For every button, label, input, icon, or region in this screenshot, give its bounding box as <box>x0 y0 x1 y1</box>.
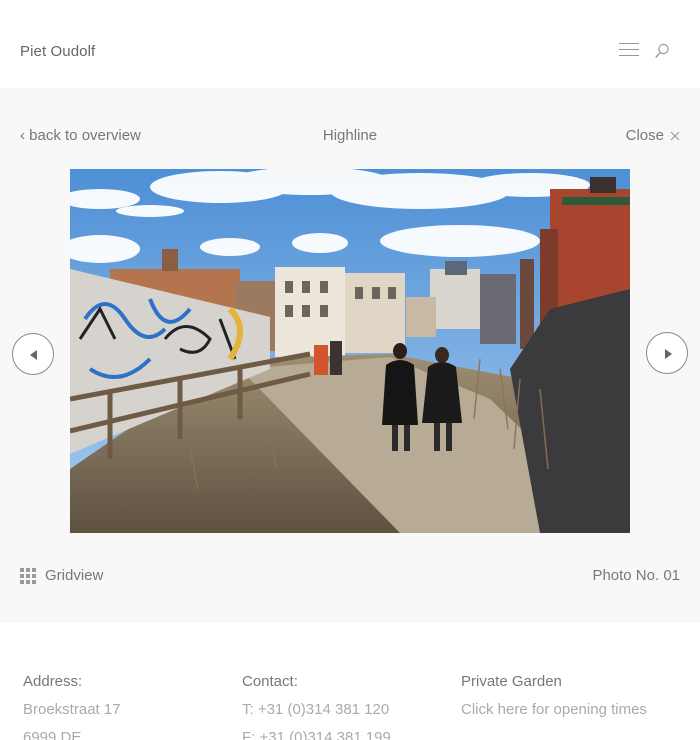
gallery-photo <box>70 169 630 533</box>
gallery-title: Highline <box>322 127 378 144</box>
highline-photo-illustration <box>70 169 630 533</box>
address-line-1: Broekstraat 17 <box>23 701 121 718</box>
close-x-icon <box>670 131 680 140</box>
contact-fax: F: +31 (0)314 381 199 <box>242 729 391 740</box>
site-footer: Address: Broekstraat 17 6999 DE Contact:… <box>0 623 700 740</box>
close-label: Close <box>625 127 664 144</box>
photo-viewer: ‹ back to overview Highline Close Gridvi… <box>0 88 700 623</box>
close-button[interactable]: Close <box>626 127 680 144</box>
previous-photo-button[interactable] <box>12 333 54 375</box>
garden-heading: Private Garden <box>461 673 562 690</box>
search-icon[interactable] <box>654 43 670 59</box>
contact-phone[interactable]: T: +31 (0)314 381 120 <box>242 696 391 724</box>
address-heading: Address: <box>23 673 83 690</box>
hamburger-menu-icon[interactable] <box>619 43 639 59</box>
contact-heading: Contact: <box>242 673 298 690</box>
triangle-left-icon <box>30 350 37 360</box>
gridview-label: Gridview <box>45 567 104 584</box>
next-photo-button[interactable] <box>646 332 688 374</box>
triangle-right-icon <box>665 349 672 359</box>
grid-3x3-icon <box>20 567 36 584</box>
site-header: Piet Oudolf <box>0 0 700 88</box>
gridview-button[interactable]: Gridview <box>20 567 103 584</box>
footer-contact: Contact: T: +31 (0)314 381 120 F: +31 (0… <box>242 668 391 740</box>
site-logo[interactable]: Piet Oudolf <box>20 43 95 60</box>
address-line-2: 6999 DE <box>23 729 82 740</box>
footer-garden: Private Garden Click here for opening ti… <box>461 668 647 724</box>
opening-times-link[interactable]: Click here for opening times <box>461 696 647 724</box>
footer-address: Address: Broekstraat 17 6999 DE <box>23 668 121 740</box>
photo-number: Photo No. 01 <box>592 567 680 584</box>
